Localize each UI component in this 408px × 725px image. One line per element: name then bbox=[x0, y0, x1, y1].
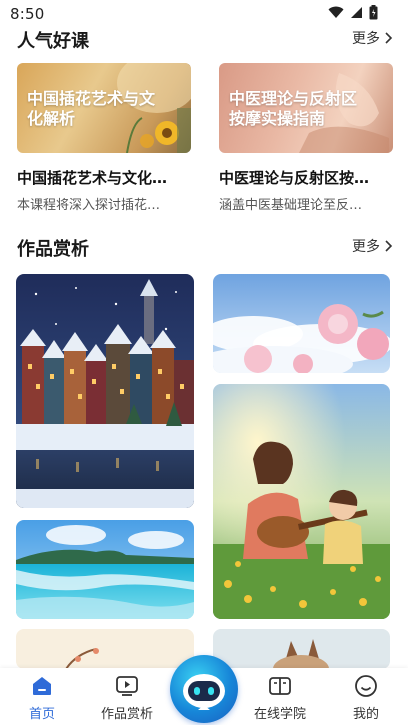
popular-section-title: 人气好课 bbox=[17, 31, 89, 52]
nav-label: 在线学院 bbox=[253, 707, 306, 722]
course-desc: 本课程将深入探讨插花… bbox=[17, 198, 161, 213]
status-time: 8:50 bbox=[10, 5, 45, 23]
course-thumb-text: 中医理论与反射区按摩实操指南 bbox=[229, 89, 358, 128]
smile-icon bbox=[355, 675, 377, 697]
robot-assistant-icon bbox=[183, 674, 225, 710]
nav-item-academy[interactable]: 在线学院 bbox=[245, 674, 315, 722]
chevron-right-icon bbox=[385, 240, 393, 252]
book-icon bbox=[269, 677, 291, 695]
course-thumbnail: 中医理论与反射区按摩实操指南 bbox=[219, 63, 393, 153]
gallery-section-title: 作品赏析 bbox=[17, 239, 89, 260]
course-name: 中国插花艺术与文化… bbox=[17, 169, 168, 187]
nav-item-gallery[interactable]: 作品赏析 bbox=[92, 674, 162, 722]
gallery-more-link[interactable]: 更多 bbox=[352, 236, 394, 256]
battery-icon bbox=[369, 5, 378, 20]
course-card-flower[interactable]: 中国插花艺术与文化解析 中国插花艺术与文化… 本课程将深入探讨插花… bbox=[17, 63, 191, 213]
home-icon bbox=[33, 677, 51, 695]
artwork-beach[interactable] bbox=[16, 520, 194, 619]
course-desc: 涵盖中医基础理论至反… bbox=[219, 198, 363, 213]
ai-assistant-button[interactable] bbox=[170, 655, 238, 723]
popular-more-label: 更多 bbox=[352, 31, 380, 47]
nav-label: 我的 bbox=[352, 707, 379, 722]
nav-item-home[interactable]: 首页 bbox=[7, 674, 77, 722]
wifi-icon bbox=[328, 6, 344, 18]
gallery-more-label: 更多 bbox=[352, 239, 380, 255]
signal-icon bbox=[351, 7, 362, 18]
popular-more-link[interactable]: 更多 bbox=[352, 28, 394, 48]
course-card-massage[interactable]: 中医理论与反射区按摩实操指南 中医理论与反射区按… 涵盖中医基础理论至反… bbox=[219, 63, 393, 213]
course-name: 中医理论与反射区按… bbox=[219, 169, 370, 187]
artwork-flower-branch[interactable] bbox=[16, 629, 194, 669]
nav-item-profile[interactable]: 我的 bbox=[331, 674, 401, 722]
artwork-winter-town[interactable] bbox=[16, 274, 194, 508]
artwork-girl-guitar[interactable] bbox=[213, 384, 390, 619]
status-icons bbox=[328, 5, 378, 20]
status-bar: 8:50 bbox=[0, 0, 408, 26]
video-icon bbox=[116, 676, 138, 696]
nav-label: 作品赏析 bbox=[100, 707, 153, 722]
course-thumb-text: 中国插花艺术与文化解析 bbox=[27, 89, 156, 128]
nav-label: 首页 bbox=[28, 707, 55, 722]
artwork-peony-clouds[interactable] bbox=[213, 274, 390, 373]
course-thumbnail: 中国插花艺术与文化解析 bbox=[17, 63, 191, 153]
artwork-horse[interactable] bbox=[213, 629, 390, 669]
chevron-right-icon bbox=[385, 32, 393, 44]
